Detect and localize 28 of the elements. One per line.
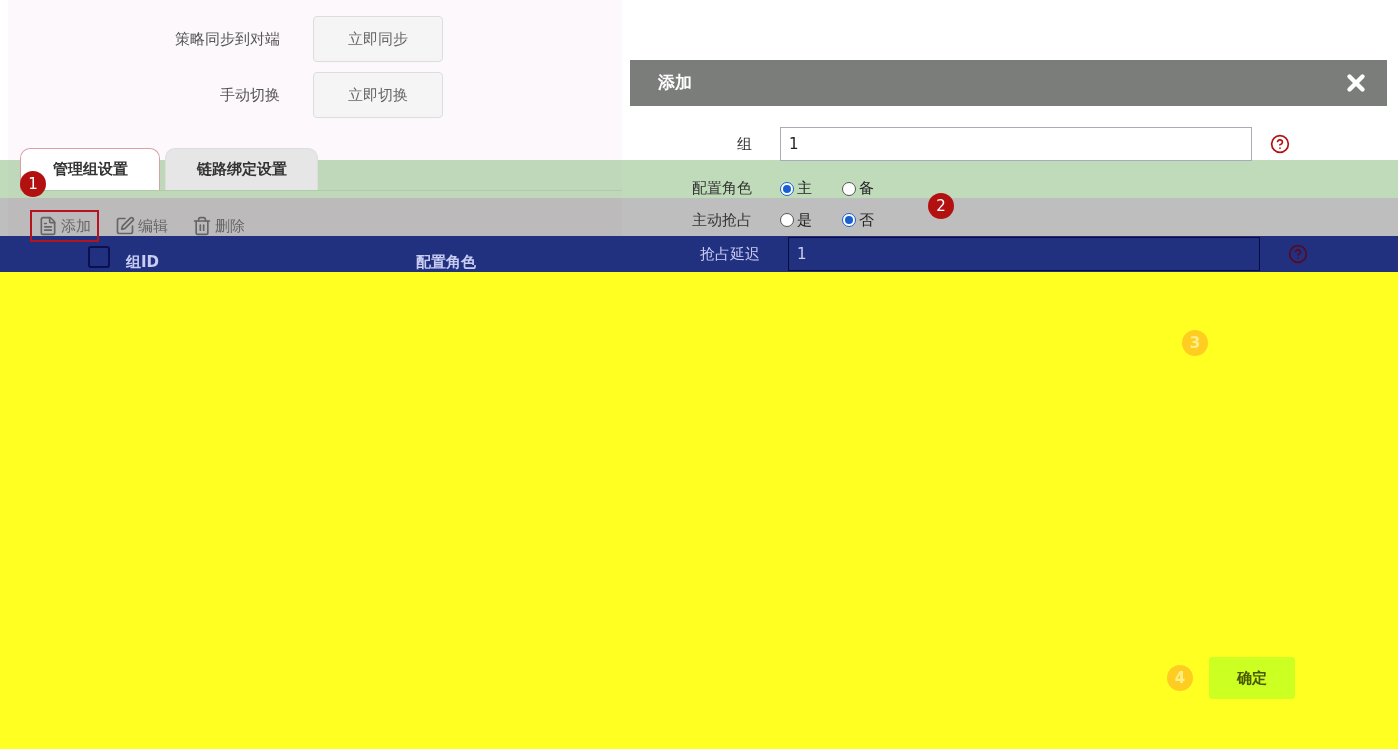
- setting-label: 手动切换: [219, 85, 281, 105]
- tool-icon: [38, 216, 58, 236]
- setting-label: 策略同步到对端: [174, 29, 281, 49]
- field-label: 组: [736, 134, 753, 154]
- checkbox[interactable]: [88, 246, 110, 268]
- step-badge: 4: [1167, 665, 1193, 691]
- tool-icon: [192, 216, 212, 236]
- field-label: 抢占延迟: [699, 244, 761, 264]
- column-header: 配置角色: [416, 253, 477, 272]
- column-header: 组ID: [126, 253, 161, 272]
- radio-option[interactable]: 主: [780, 179, 842, 199]
- confirm-button[interactable]: 确定: [1209, 657, 1295, 699]
- setting-button[interactable]: 立即切换: [313, 72, 443, 118]
- field-label: 主动抢占: [691, 210, 753, 230]
- tab[interactable]: 链路绑定设置: [165, 148, 318, 190]
- radio-option[interactable]: 备: [842, 179, 904, 199]
- input-field[interactable]: 1: [780, 127, 1252, 162]
- setting-button[interactable]: 立即同步: [313, 16, 443, 62]
- radio-option[interactable]: 否: [842, 210, 904, 230]
- tool-icon: [115, 216, 135, 236]
- step-badge: 2: [928, 192, 954, 219]
- field-label: 配置角色: [691, 179, 753, 199]
- input-field[interactable]: 1: [788, 237, 1260, 271]
- step-badge: 1: [20, 171, 46, 197]
- step-badge: 3: [1182, 330, 1208, 356]
- help-icon[interactable]: [1270, 134, 1290, 155]
- radio-option[interactable]: 是: [780, 210, 842, 230]
- dialog-title: 添加: [658, 71, 692, 95]
